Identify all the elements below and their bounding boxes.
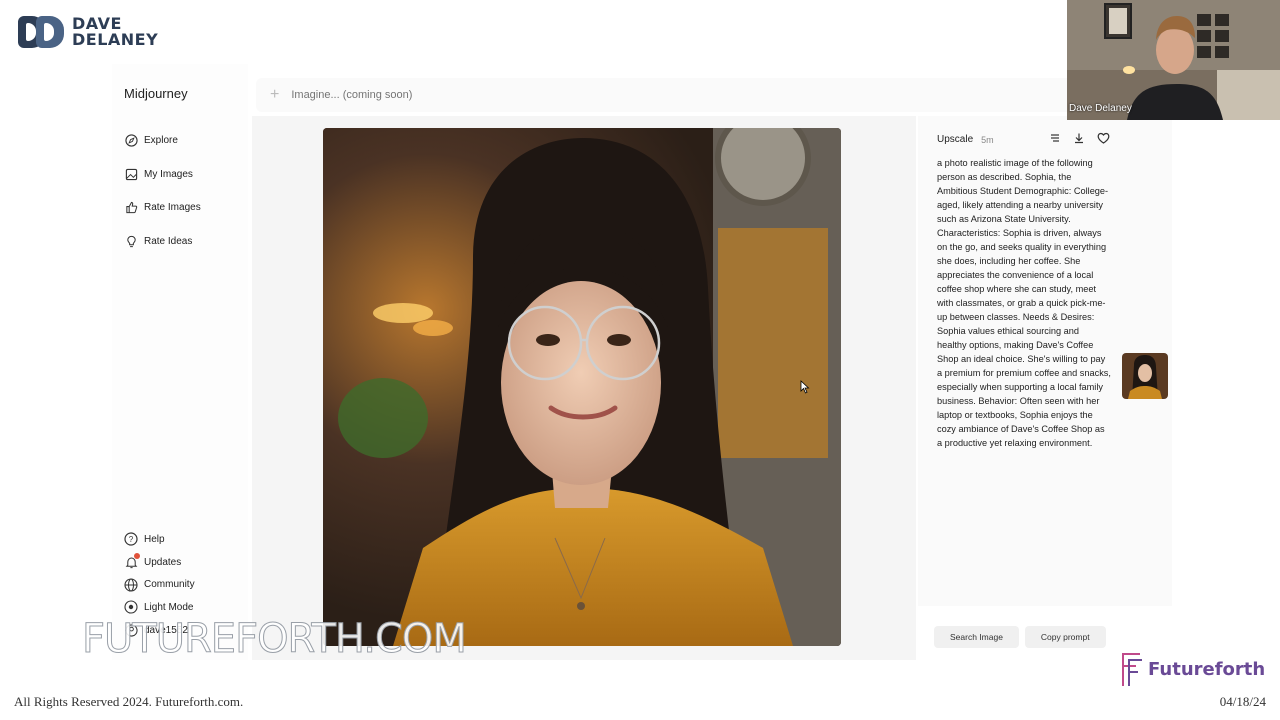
nav-community[interactable]: Community [124,573,248,596]
nav-label: Light Mode [144,601,194,613]
image-thumbnail[interactable] [1122,353,1168,399]
nav-help[interactable]: ? Help [124,528,248,551]
nav-label: Help [144,533,165,545]
heart-icon[interactable] [1096,131,1110,145]
svg-text:?: ? [129,535,134,544]
compass-icon [124,134,138,148]
futureforth-logo-text: Futureforth [1148,658,1266,680]
image-icon [124,167,138,181]
main-nav: Explore My Images Rate Images Rate Ideas [124,124,248,258]
sidebar: Midjourney Explore My Images Rate Images… [112,64,248,660]
mouse-cursor-icon [800,380,810,399]
nav-label: Updates [144,556,182,568]
nav-label: Rate Images [144,202,201,214]
globe-icon [124,578,138,592]
webcam-overlay: Dave Delaney [1067,0,1280,120]
help-icon: ? [124,532,138,546]
image-actions: Search Image Copy prompt [934,626,1106,648]
dd-logo-icon [18,14,66,50]
options-icon[interactable] [1048,131,1062,145]
imagine-bar[interactable]: + [256,78,1172,112]
image-info-panel: Upscale 5m a photo realistic image of th… [918,116,1172,606]
timestamp: 5m [981,134,994,145]
nav-explore[interactable]: Explore [124,124,248,158]
plus-icon: + [270,86,280,103]
prompt-text: a photo realistic image of the following… [937,158,1111,448]
search-image-button[interactable]: Search Image [934,626,1019,648]
nav-my-images[interactable]: My Images [124,158,248,192]
brand-line-2: DELANEY [72,30,159,49]
futureforth-watermark: FUTUREFORTH.COM [82,616,468,663]
imagine-input[interactable] [291,89,692,101]
image-viewer [252,116,916,660]
date-text: 04/18/24 [1219,694,1266,709]
sun-icon [124,600,138,614]
futureforth-mark-icon [1122,653,1142,686]
download-icon[interactable] [1072,131,1086,145]
generated-portrait-image[interactable] [323,128,841,646]
lightbulb-icon [124,234,138,248]
midjourney-app: Midjourney Explore My Images Rate Images… [112,64,1172,660]
nav-label: Rate Ideas [144,235,193,247]
upscale-label: Upscale [937,134,974,145]
app-title: Midjourney [124,86,188,101]
webcam-name-label: Dave Delaney [1069,103,1132,114]
nav-label: Explore [144,135,178,147]
thumbs-up-icon [124,201,138,215]
copy-prompt-button[interactable]: Copy prompt [1024,626,1106,648]
nav-label: Community [144,579,195,591]
copyright-text: All Rights Reserved 2024. Futureforth.co… [14,694,244,709]
nav-rate-images[interactable]: Rate Images [124,191,248,225]
bell-icon [124,553,140,569]
nav-label: My Images [144,168,193,180]
futureforth-logo: Futureforth [1120,650,1265,688]
nav-rate-ideas[interactable]: Rate Ideas [124,225,248,259]
nav-updates[interactable]: Updates [124,551,248,574]
dave-delaney-logo: DAVE DELANEY [18,14,158,50]
